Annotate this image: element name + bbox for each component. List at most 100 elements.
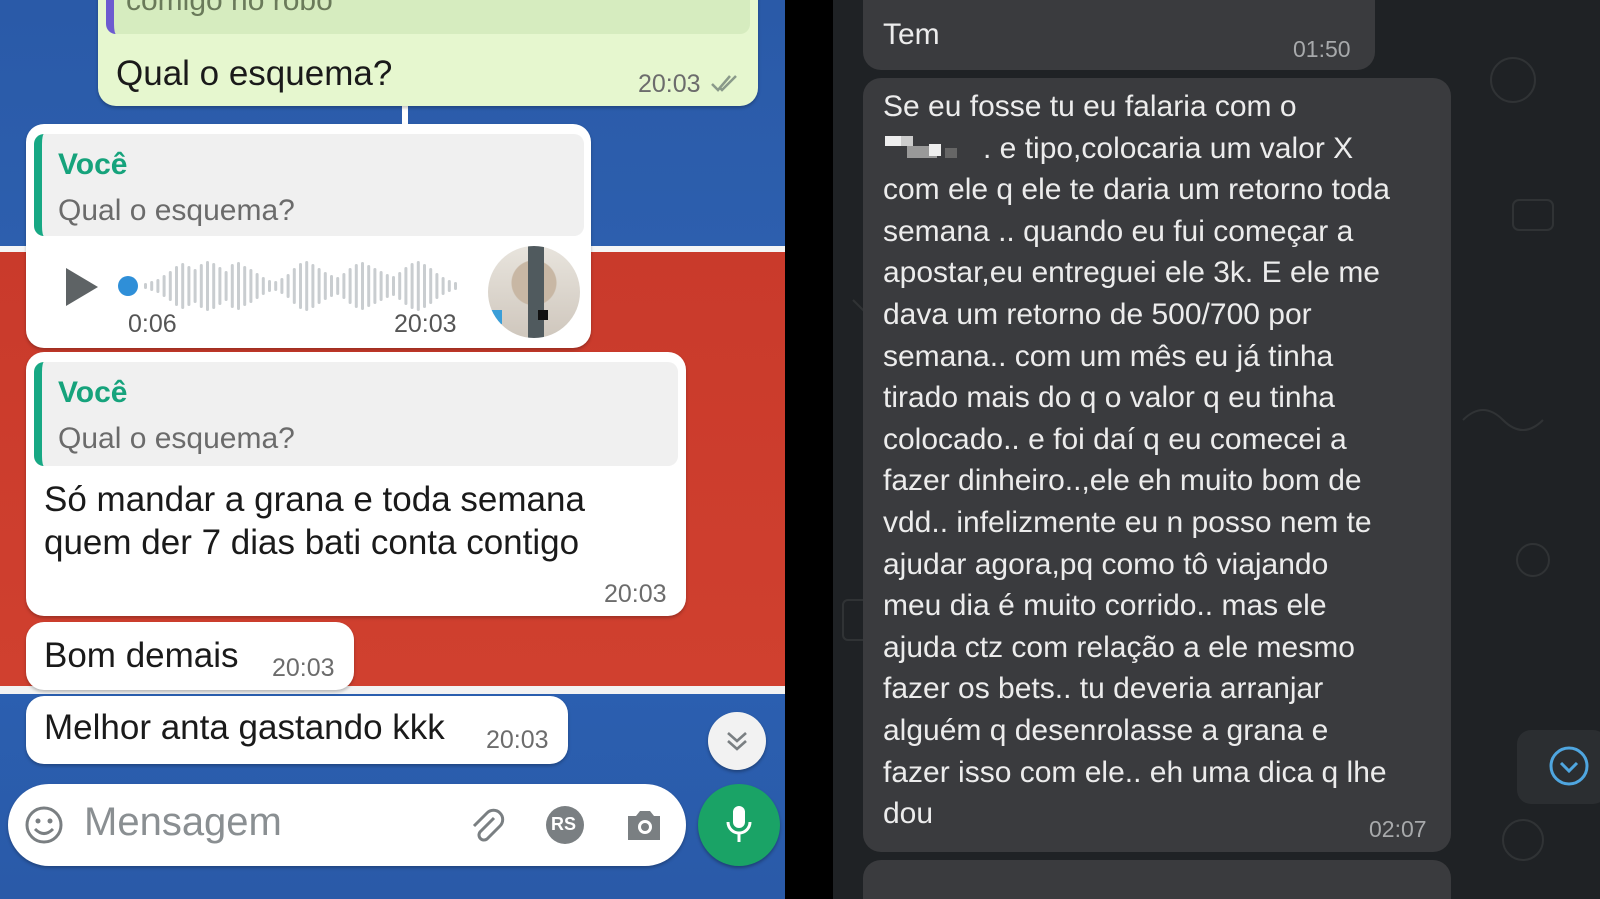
waveform-bar [342,273,346,299]
waveform-bar [230,264,234,308]
emoji-icon[interactable] [24,805,64,850]
waveform-bar [168,271,172,301]
waveform-bar [441,277,445,295]
play-icon[interactable] [64,266,100,313]
waveform-bar [299,263,302,309]
waveform-bar [317,268,321,304]
scroll-to-bottom-button[interactable] [1517,730,1600,804]
paperclip-icon[interactable] [466,806,506,851]
waveform-bar [187,266,191,306]
incoming-message[interactable]: Tem 01:50 [863,0,1375,70]
waveform-bar [454,282,457,290]
waveform-bar [243,266,247,306]
message-text-line: ajuda ctz com relação a ele mesmo [883,630,1355,664]
waveform-bar [162,275,166,297]
avatar[interactable] [488,246,580,338]
message-time: 20:03 [272,654,335,682]
message-text-line: semana.. com um mês eu já tinha [883,339,1334,373]
message-text-line: vdd.. infelizmente eu n posso nem te [883,506,1372,539]
rs-icon[interactable]: RS [546,806,584,844]
quoted-text: comigo no robô [126,0,333,17]
waveform-bar [274,281,278,291]
message-composer[interactable]: Mensagem RS [8,784,686,866]
message-text-line: quem der 7 dias bati conta contigo [44,523,580,562]
message-text-line: . e tipo,colocaria um valor X [983,131,1354,165]
message-text-line: fazer isso com ele.. eh uma dica q lhe [883,755,1387,789]
waveform-bar [429,268,433,304]
waveform-bar [224,271,228,301]
incoming-message[interactable] [863,860,1451,899]
quoted-message[interactable]: Você Qual o esquema? [34,362,678,466]
waveform-bar [392,276,395,296]
waveform-bar [410,263,414,309]
microphone-button[interactable] [698,784,780,866]
quoted-message[interactable]: Você Qual o esquema? [34,134,584,236]
rs-label: RS [551,814,577,834]
waveform-bar [218,267,222,305]
message-text: Qual o esquema? [116,54,393,93]
waveform-bar [423,264,426,308]
waveform-bar [175,266,178,306]
waveform-bar [212,263,216,309]
message-text-line: alguém q desenrolasse a grana e [883,714,1329,747]
message-text: Bom demais [44,636,239,675]
chevron-down-icon [1547,744,1591,793]
audio-duration: 0:06 [128,310,177,338]
scroll-to-bottom-button[interactable] [708,712,766,770]
message-text-line: dou [883,797,934,831]
waveform-bar [367,265,371,307]
message-text-line: fazer dinheiro..,ele eh muito bom de [883,464,1362,498]
waveform-bar [404,267,408,305]
message-text-line: Só mandar a grana e toda semana [44,480,585,519]
message-time: 20:03 [486,726,549,754]
waveform-bar [416,261,420,311]
redacted-name [885,134,969,162]
incoming-message[interactable]: Você Qual o esquema? Só mandar a grana e… [26,352,686,616]
audio-progress-dot [118,276,138,296]
outgoing-message[interactable]: comigo no robô Qual o esquema? 20:03 [98,0,758,106]
incoming-message[interactable]: Se eu fosse tu eu falaria com o . e tipo,… [863,78,1451,852]
waveform-bar [255,273,259,299]
waveform-bar [348,268,352,304]
whatsapp-chat-panel: comigo no robô Qual o esquema? 20:03 Voc… [0,0,785,899]
waveform-bar [373,268,377,304]
message-time: 02:07 [1369,816,1427,842]
waveform-bar [268,280,271,292]
message-text: Melhor anta gastando kkk [44,708,445,747]
waveform-bar [261,277,265,295]
microphone-icon [724,804,754,851]
camera-icon[interactable] [624,806,664,849]
waveform-bar [385,274,389,298]
message-time: 01:50 [1293,36,1351,62]
waveform-bar [435,273,439,299]
incoming-message[interactable]: Melhor anta gastando kkk 20:03 [26,696,568,764]
waveform-bar [280,278,284,294]
quote-text: Qual o esquema? [58,422,295,455]
message-text-line: ajudar agora,pq como tô viajando [883,547,1329,581]
quoted-message[interactable]: comigo no robô [106,0,750,34]
waveform-bar [311,264,315,308]
waveform-bar [156,279,160,293]
waveform-bar [361,262,364,310]
waveform-bar [249,269,253,303]
message-text-line: meu dia é muito corrido.. mas ele [883,589,1327,623]
double-chevron-down-icon [724,728,750,759]
message-text-line: semana .. quando eu fui começar a [883,214,1354,248]
message-text-line: apostar,eu entreguei ele 3k. E ele me [883,256,1380,290]
incoming-message[interactable]: Bom demais 20:03 [26,622,354,690]
waveform-bar [336,277,340,295]
double-check-icon [710,72,740,99]
incoming-audio-message[interactable]: Você Qual o esquema? 0:06 20:03 [26,124,591,348]
waveform-bar [144,283,147,289]
quote-text: Qual o esquema? [58,194,295,227]
waveform-bar [237,262,240,310]
waveform-bar [193,269,197,303]
waveform-bar [379,271,383,301]
waveform-bar [398,272,402,300]
message-text-line: Se eu fosse tu eu falaria com o [883,90,1297,123]
dark-chat-panel: Tem 01:50 Se eu fosse tu eu falaria com … [833,0,1600,899]
waveform-bar [292,268,296,304]
waveform-bar [150,281,154,291]
message-input[interactable]: Mensagem [84,800,282,845]
message-text: Tem [883,18,940,51]
